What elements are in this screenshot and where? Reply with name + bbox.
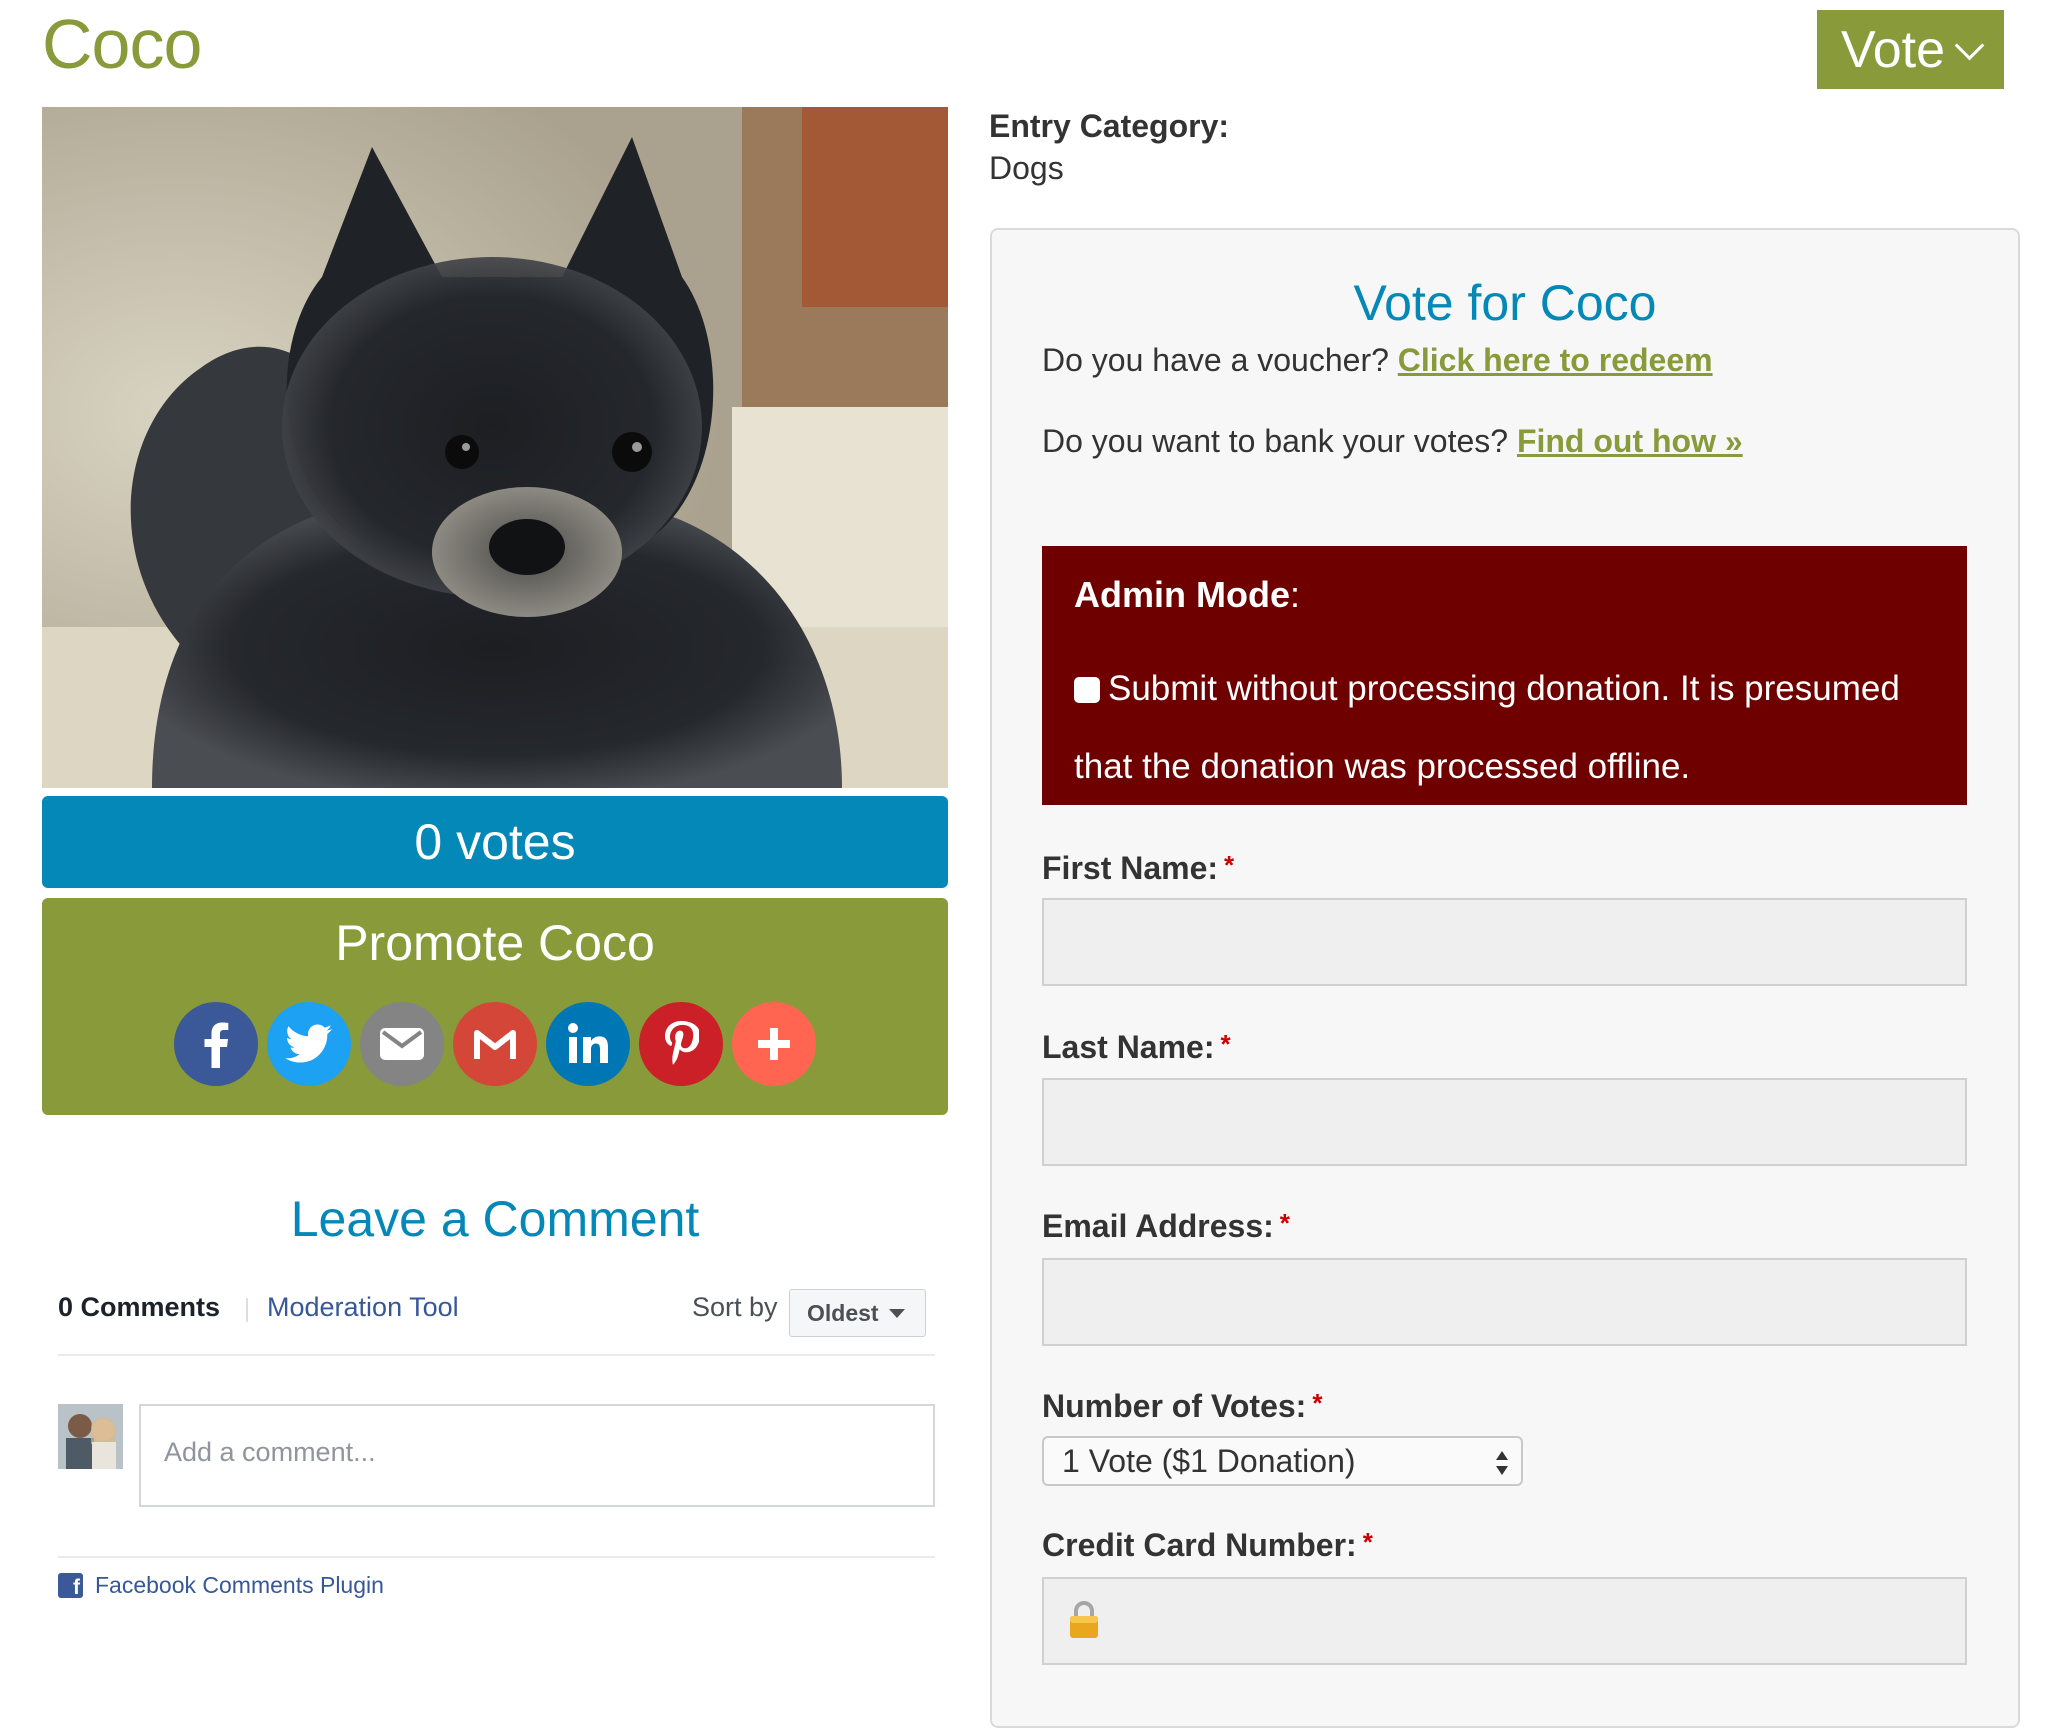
gmail-share-button[interactable] <box>453 1002 537 1086</box>
admin-mode-box: Admin Mode: Submit without processing do… <box>1042 546 1967 805</box>
comments-heading: Leave a Comment <box>290 1191 700 1247</box>
vote-count-bar: 0 votes <box>42 796 948 888</box>
sort-select-value: Oldest <box>807 1299 879 1326</box>
required-marker: * <box>1312 1388 1323 1418</box>
last-name-input[interactable] <box>1042 1078 1967 1166</box>
select-arrows-icon <box>1496 1451 1508 1475</box>
facebook-share-button[interactable] <box>174 1002 258 1086</box>
first-name-input[interactable] <box>1042 898 1967 986</box>
chevron-down-icon <box>1954 30 1985 61</box>
plus-icon <box>758 1028 790 1060</box>
linkedin-share-button[interactable] <box>546 1002 630 1086</box>
divider <box>246 1298 248 1322</box>
credit-card-input[interactable] <box>1042 1577 1967 1665</box>
more-share-button[interactable] <box>732 1002 816 1086</box>
divider <box>58 1354 935 1356</box>
entry-category-value: Dogs <box>989 150 1064 186</box>
first-name-label: First Name: * <box>1042 850 1235 886</box>
email-share-button[interactable] <box>360 1002 444 1086</box>
submit-without-donation-checkbox[interactable] <box>1074 677 1100 703</box>
lock-icon <box>1070 1601 1098 1638</box>
share-buttons <box>174 1002 816 1086</box>
comment-input[interactable]: Add a comment... <box>139 1404 935 1507</box>
required-marker: * <box>1362 1527 1373 1557</box>
moderation-tool-link[interactable]: Moderation Tool <box>267 1292 459 1323</box>
vote-count: 0 votes <box>414 814 576 870</box>
email-label: Email Address: * <box>1042 1208 1290 1244</box>
comments-count: 0 Comments <box>58 1292 221 1322</box>
twitter-share-button[interactable] <box>267 1002 351 1086</box>
last-name-label: Last Name: * <box>1042 1029 1231 1065</box>
email-input[interactable] <box>1042 1258 1967 1346</box>
vote-button-label: Vote <box>1840 20 1946 79</box>
entry-title: Coco <box>42 5 202 83</box>
sort-by-label: Sort by <box>692 1292 778 1322</box>
pinterest-share-button[interactable] <box>639 1002 723 1086</box>
linkedin-icon <box>568 1023 608 1063</box>
vote-dropdown-button[interactable]: Vote <box>1817 10 2004 89</box>
redeem-voucher-link[interactable]: Click here to redeem <box>1398 342 1713 378</box>
required-marker: * <box>1224 850 1235 880</box>
facebook-icon <box>204 1022 229 1068</box>
number-of-votes-value: 1 Vote ($1 Donation) <box>1062 1442 1356 1479</box>
entry-category-label: Entry Category: <box>989 108 1230 144</box>
entry-photo <box>42 107 948 788</box>
pinterest-icon <box>665 1021 699 1065</box>
required-marker: * <box>1220 1029 1231 1059</box>
twitter-icon <box>285 1024 332 1063</box>
gmail-icon <box>474 1030 516 1059</box>
voucher-text: Do you have a voucher? <box>1042 342 1389 378</box>
facebook-plugin-label: Facebook Comments Plugin <box>95 1572 384 1598</box>
promote-title: Promote Coco <box>335 915 655 971</box>
facebook-comments-plugin-link[interactable]: f Facebook Comments Plugin <box>58 1572 384 1599</box>
bank-votes-text: Do you want to bank your votes? <box>1042 423 1509 459</box>
vote-form-title: Vote for Coco <box>1353 275 1657 331</box>
credit-card-label: Credit Card Number: * <box>1042 1527 1373 1563</box>
admin-checkbox-label: Submit without processing donation. It i… <box>1074 669 1900 786</box>
avatar <box>58 1404 123 1469</box>
admin-mode-option: Submit without processing donation. It i… <box>1074 650 1935 806</box>
email-icon <box>380 1028 424 1060</box>
number-of-votes-select[interactable]: 1 Vote ($1 Donation) <box>1042 1436 1523 1486</box>
number-of-votes-label: Number of Votes: * <box>1042 1388 1323 1424</box>
promote-panel: Promote Coco <box>42 898 948 1115</box>
sort-select[interactable]: Oldest <box>789 1289 926 1337</box>
voucher-line: Do you have a voucher? Click here to red… <box>1042 342 1713 379</box>
facebook-icon: f <box>58 1573 83 1598</box>
caret-down-icon <box>888 1308 905 1318</box>
find-out-how-link[interactable]: Find out how » <box>1517 423 1743 459</box>
bank-votes-line: Do you want to bank your votes? Find out… <box>1042 423 1743 460</box>
admin-mode-title: Admin Mode: <box>1074 574 1300 615</box>
required-marker: * <box>1279 1208 1290 1238</box>
divider <box>58 1556 935 1558</box>
